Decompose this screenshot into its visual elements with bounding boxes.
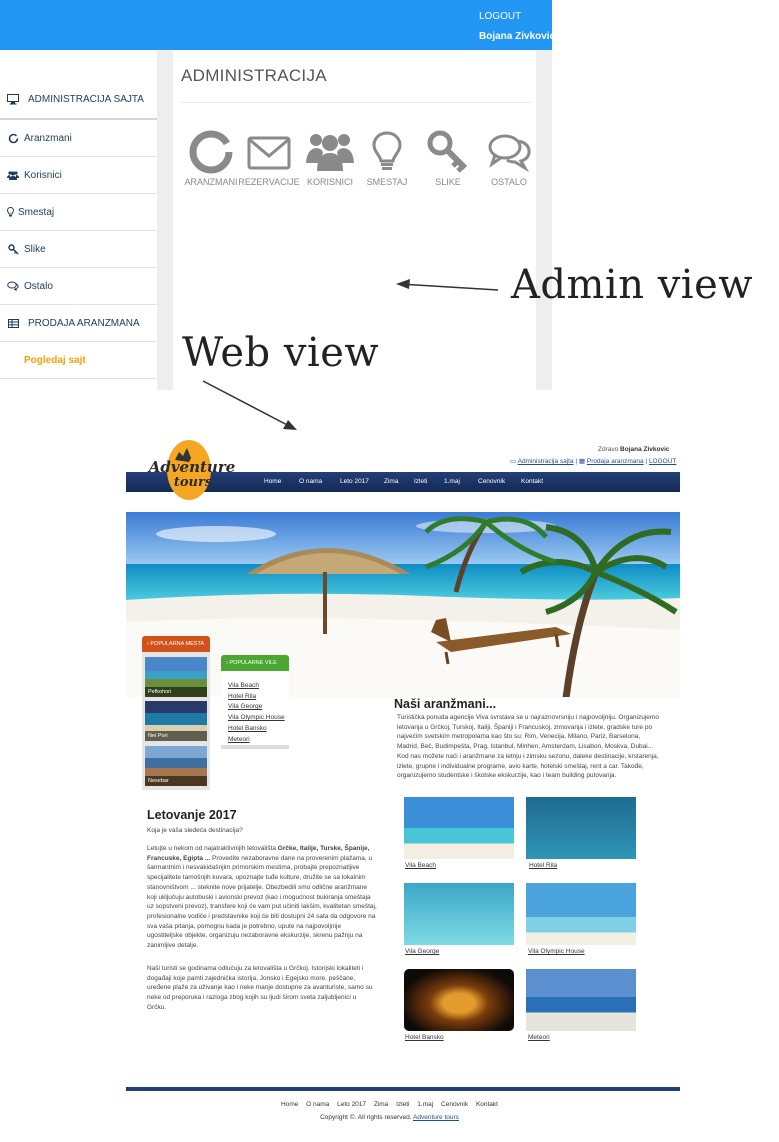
footer-link-1-maj[interactable]: 1.maj xyxy=(417,1101,433,1108)
desktop-icon: ▭ xyxy=(510,458,517,465)
villa-link[interactable]: Vila George xyxy=(228,703,262,710)
nav-1-maj[interactable]: 1.maj xyxy=(444,478,460,485)
logo-text-line2: tours xyxy=(174,475,213,490)
table-icon: ▦ xyxy=(578,458,586,465)
popular-villas-tab-label: POPULARNE VILE xyxy=(229,660,277,666)
gallery-image[interactable] xyxy=(404,969,514,1031)
footer-nav: Home O nama Leto 2017 Zima Izleti 1.maj … xyxy=(0,1101,779,1108)
popular-places-tab: › POPULARNA MESTA xyxy=(142,636,210,652)
summer-paragraph-2: Naši turisti se godinama odlučuju za let… xyxy=(147,965,373,1011)
nav-izleti[interactable]: Izleti xyxy=(414,478,427,485)
popular-place-card[interactable]: Pefkohori xyxy=(145,657,207,697)
greeting-user: Bojana Zivkovic xyxy=(620,446,670,453)
annotation-web-view: Web view xyxy=(182,330,380,376)
gallery-image[interactable] xyxy=(404,797,514,859)
gallery-link[interactable]: Vila George xyxy=(405,948,439,955)
footer-link-cenovnik[interactable]: Cenovnik xyxy=(441,1101,468,1108)
footer-link-home[interactable]: Home xyxy=(281,1101,298,1108)
greeting: Zdravo Bojana Zivkovic xyxy=(598,446,670,453)
popular-place-card[interactable]: Nei Pori xyxy=(145,701,207,741)
footer-link-o-nama[interactable]: O nama xyxy=(306,1101,329,1108)
offers-title: Naši aranžmani... xyxy=(394,697,497,711)
greeting-text: Zdravo xyxy=(598,446,619,453)
nav-o-nama[interactable]: O nama xyxy=(299,478,322,485)
villa-link[interactable]: Hotel Bansko xyxy=(228,725,267,732)
gallery-link[interactable]: Vila Beach xyxy=(405,862,436,869)
nav-kontakt[interactable]: Kontakt xyxy=(521,478,543,485)
annotation-admin-view: Admin view xyxy=(511,262,753,308)
nav-home[interactable]: Home xyxy=(264,478,281,485)
footer-link-kontakt[interactable]: Kontakt xyxy=(476,1101,498,1108)
summer-paragraph-1: Letujte u nekom od najatraktivnijih leto… xyxy=(147,844,377,951)
villa-link[interactable]: Vila Beach xyxy=(228,682,259,689)
villa-link[interactable]: Hotel Rila xyxy=(228,693,256,700)
gallery-image[interactable] xyxy=(526,969,636,1031)
logo-text-line1: Adventure xyxy=(147,458,236,476)
link-administracija[interactable]: Administracija sajta xyxy=(518,458,574,465)
annotation-arrows xyxy=(202,279,499,430)
summer-subtitle: Koja je vaša sledeća destinacija? xyxy=(147,827,243,834)
summer-p1-rest: Provedite nezaboravne dane na proverenim… xyxy=(147,854,377,950)
summer-title: Letovanje 2017 xyxy=(147,808,237,822)
popular-villas-tab: › POPULARNE VILE xyxy=(221,655,289,671)
popular-place-caption: Nesebar xyxy=(145,776,207,786)
link-logout[interactable]: LOGOUT xyxy=(649,458,676,465)
offers-text: Turistička ponuda agencije Viva svrstava… xyxy=(397,714,659,780)
popular-place-card[interactable]: Nesebar xyxy=(145,746,207,786)
villa-link[interactable]: Vila Olympic House xyxy=(228,714,285,721)
nav-leto-2017[interactable]: Leto 2017 xyxy=(340,478,369,485)
gallery-image[interactable] xyxy=(526,883,636,945)
footer-brand-link[interactable]: Adventure tours xyxy=(413,1114,459,1121)
footer-link-zima[interactable]: Zima xyxy=(374,1101,388,1108)
gallery-link[interactable]: Hotel Rila xyxy=(529,862,557,869)
gallery-link[interactable]: Hotel Bansko xyxy=(405,1034,444,1041)
popular-place-caption: Pefkohori xyxy=(145,687,207,697)
nav-zima[interactable]: Zima xyxy=(384,478,398,485)
copyright: Copyright ©. All rights reserved. Advent… xyxy=(0,1114,779,1121)
header-links: ▭ Administracija sajta | ▦ Prodaja aranz… xyxy=(510,458,677,465)
popular-places-tab-label: POPULARNA MESTA xyxy=(150,641,205,647)
gallery-image[interactable] xyxy=(526,797,636,859)
adventure-tours-logo[interactable]: Adventure tours xyxy=(145,438,240,502)
footer-link-leto-2017[interactable]: Leto 2017 xyxy=(337,1101,366,1108)
summer-p1-intro: Letujte u nekom od najatraktivnijih leto… xyxy=(147,845,278,852)
gallery-link[interactable]: Meteori xyxy=(528,1034,550,1041)
link-prodaja[interactable]: Prodaja aranzmana xyxy=(587,458,644,465)
nav-cenovnik[interactable]: Cenovnik xyxy=(478,478,505,485)
copyright-text: Copyright ©. All rights reserved. xyxy=(320,1114,412,1121)
footer-link-izleti[interactable]: Izleti xyxy=(396,1101,409,1108)
gallery-image[interactable] xyxy=(404,883,514,945)
footer-divider xyxy=(126,1087,680,1091)
villa-link[interactable]: Meteori xyxy=(228,736,250,743)
gallery-link[interactable]: Vila Olympic House xyxy=(528,948,585,955)
popular-place-caption: Nei Pori xyxy=(145,731,207,741)
